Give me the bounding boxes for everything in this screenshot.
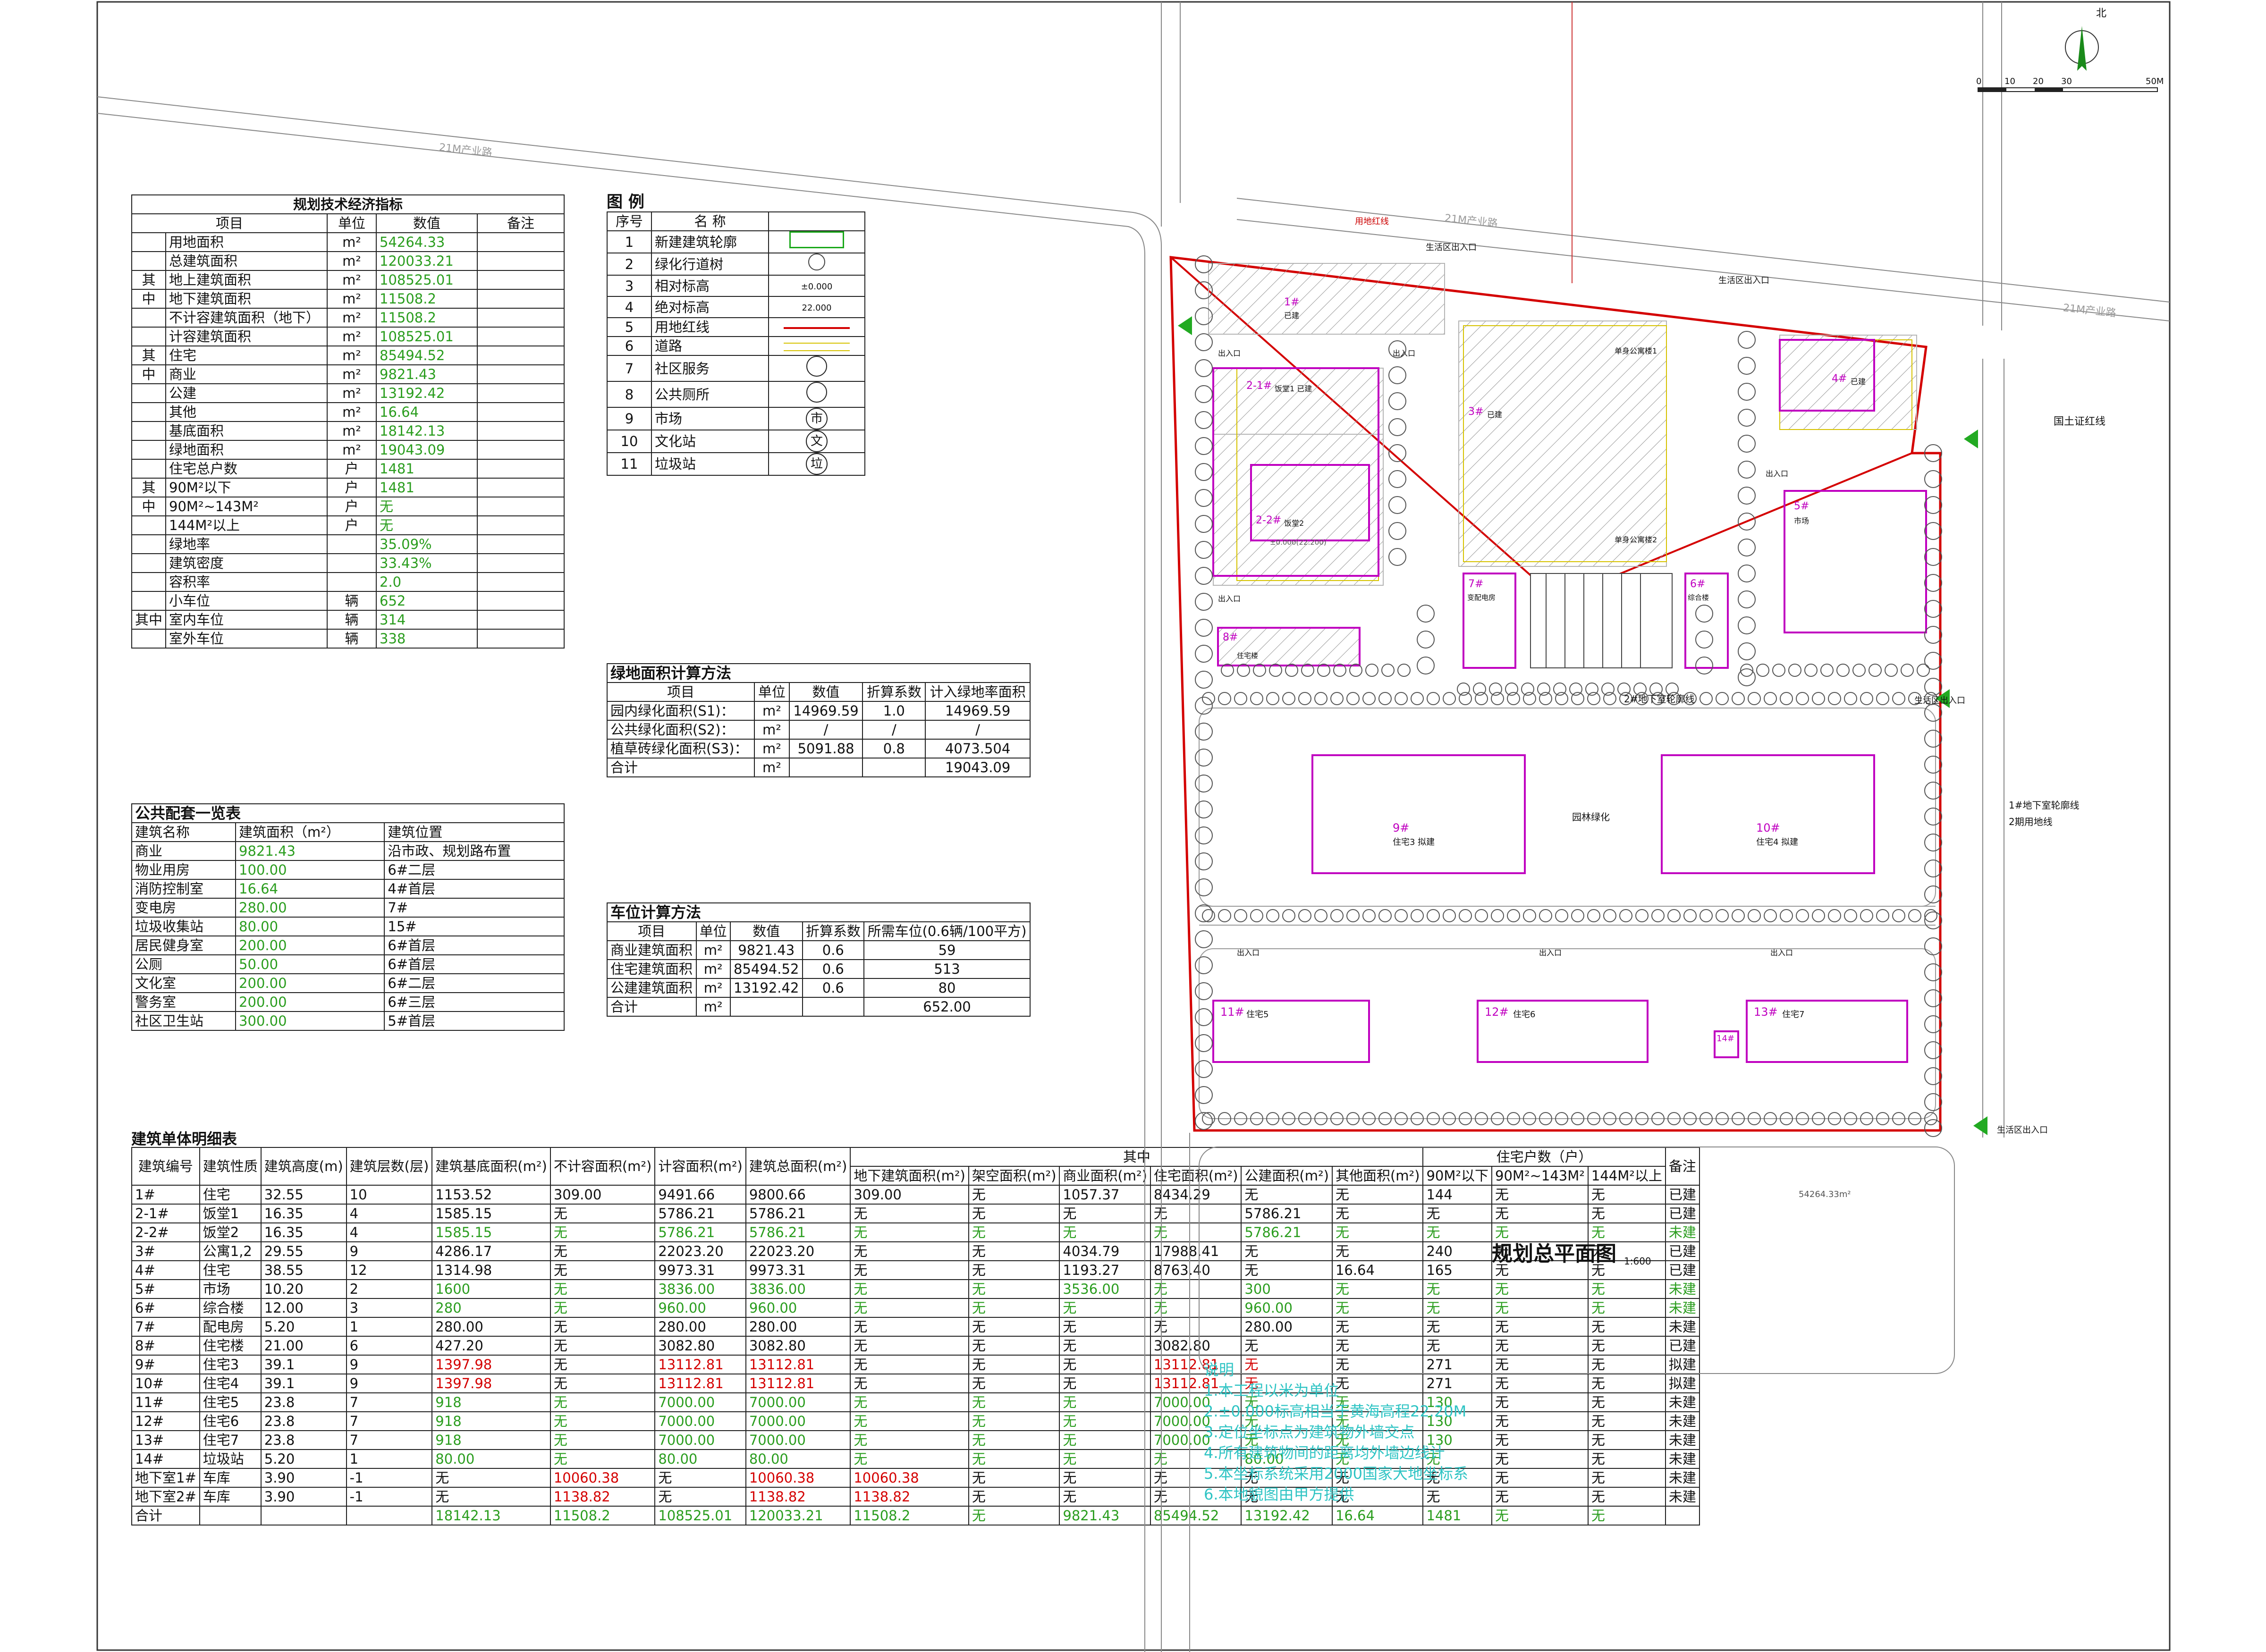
plan-scale: 1:600 — [1624, 1256, 1651, 1267]
redline-label: 用地红线 — [1355, 217, 1389, 227]
scale-30: 30 — [2061, 76, 2072, 86]
community-entrance-3: 生活区出入口 — [1914, 696, 1965, 706]
note-4: 4.所有建筑物间的距离均外墙边线计 — [1204, 1444, 1445, 1462]
entrance-label-3: 出入口 — [1766, 469, 1789, 478]
garden-label: 园林绿化 — [1572, 811, 1610, 823]
b6-status: 综合楼 — [1688, 593, 1709, 602]
entrance-label-1: 出入口 — [1218, 349, 1241, 358]
building-1 — [1208, 263, 1445, 335]
scale-10: 10 — [2004, 76, 2015, 86]
building-4 — [1779, 335, 1917, 430]
scale-bar — [1978, 87, 2158, 92]
b1-status: 已建 — [1284, 311, 1300, 320]
b9-label: 9# — [1393, 821, 1410, 834]
entrance-label-7: 出入口 — [1770, 948, 1793, 957]
b13-label: 13# — [1754, 1005, 1778, 1019]
b3-status: 已建 — [1487, 410, 1503, 419]
b21-status: 饭堂1 已建 — [1275, 384, 1312, 393]
b3-name-b: 单身公寓楼2 — [1615, 535, 1657, 544]
b8-label: 8# — [1223, 632, 1238, 643]
site-plan — [97, 2, 2170, 1652]
b4-label: 4# — [1832, 373, 1847, 385]
note-6: 6.本地貌图由甲方提供 — [1204, 1485, 1354, 1503]
b3-name-a: 单身公寓楼1 — [1615, 346, 1657, 355]
site-area-label: 54264.33m² — [1799, 1189, 1851, 1199]
entrance-label-6: 出入口 — [1539, 948, 1562, 957]
b10-status: 住宅4 拟建 — [1756, 837, 1799, 847]
north-arrow — [2065, 26, 2099, 71]
note-1: 1.本工程以米为单位 — [1204, 1382, 1339, 1399]
b11-status: 住宅5 — [1246, 1010, 1269, 1020]
b4-status: 已建 — [1851, 377, 1866, 386]
b10-label: 10# — [1756, 821, 1780, 834]
b14-label: 14# — [1716, 1034, 1734, 1044]
b6-label: 6# — [1690, 578, 1706, 590]
building-2 — [1213, 434, 1384, 586]
note-3: 3.定位坐标点为建筑物外墙交点 — [1204, 1423, 1415, 1441]
plan-title: 规划总平面图 — [1492, 1242, 1616, 1266]
ramp2-label: 1#地下室轮廓线 — [2009, 800, 2080, 811]
scale-20: 20 — [2033, 76, 2044, 86]
scale-50: 50M — [2146, 76, 2164, 86]
scale-0: 0 — [1976, 76, 1982, 86]
ramp3-label: 2期用地线 — [2009, 816, 2053, 827]
b5-label: 5# — [1794, 500, 1809, 512]
b22-label: 2-2# — [1256, 514, 1282, 526]
note-2: 2.±0.000标高相当于黄海高程22.20M — [1204, 1402, 1467, 1420]
b7-status: 变配电房 — [1467, 593, 1496, 602]
b12-label: 12# — [1485, 1005, 1509, 1019]
b5-status: 市场 — [1794, 516, 1809, 525]
road-network — [97, 2, 2170, 1652]
entrance-label-2: 出入口 — [1393, 349, 1416, 358]
north-label: 北 — [2096, 8, 2107, 19]
b1-label: 1# — [1284, 296, 1300, 308]
building-3 — [1458, 320, 1667, 567]
b22-status: 饭堂2 — [1284, 519, 1304, 528]
b9-status: 住宅3 拟建 — [1393, 837, 1435, 847]
b8-status: 住宅楼 — [1237, 651, 1259, 660]
b7-label: 7# — [1468, 578, 1484, 590]
community-entrance-2: 生活区出入口 — [1718, 276, 1769, 286]
community-entrance-1: 生活区出入口 — [1426, 243, 1477, 253]
drawing-sheet: 规划技术经济指标 项目 单位 数值 备注 用地面积 m² 54264.33 总建筑面积… — [0, 0, 2266, 1652]
b3-label: 3# — [1468, 406, 1484, 418]
b13-status: 住宅7 — [1782, 1010, 1805, 1020]
entrance-label-5: 出入口 — [1237, 948, 1260, 957]
entrance-label-4: 出入口 — [1218, 594, 1241, 603]
b22-elev: ±0.000(22.200) — [1270, 538, 1327, 547]
b12-status: 住宅6 — [1513, 1010, 1536, 1020]
b21-label: 2-1# — [1246, 380, 1272, 392]
boundary-label: 国土证红线 — [2054, 416, 2106, 428]
note-5: 5.本坐标系统采用2000国家大地坐标系 — [1204, 1465, 1468, 1483]
b11-label: 11# — [1220, 1005, 1244, 1019]
notes-block: 说明 1.本工程以米为单位 2.±0.000标高相当于黄海高程22.20M 3.… — [1204, 1359, 1468, 1505]
community-entrance-4: 生活区出入口 — [1997, 1125, 2048, 1135]
ramp1-label: 2#地下室轮廓线 — [1624, 693, 1695, 705]
notes-title: 说明 — [1204, 1361, 1234, 1379]
